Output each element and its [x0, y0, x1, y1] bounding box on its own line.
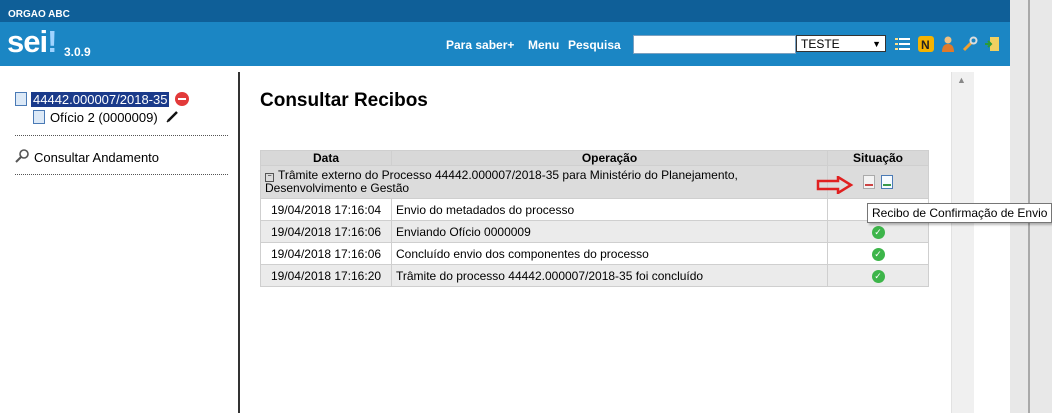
- main-scrollbar[interactable]: ▲: [951, 72, 974, 413]
- table-row: 19/04/2018 17:16:06 Enviando Ofício 0000…: [261, 221, 928, 242]
- notes-icon[interactable]: N: [918, 36, 934, 52]
- row-operation: Concluído envio dos componentes do proce…: [392, 243, 827, 264]
- table-row: 19/04/2018 17:16:20 Trâmite do processo …: [261, 265, 928, 286]
- org-name: ORGAO ABC: [8, 9, 70, 20]
- check-icon: ✓: [871, 270, 885, 283]
- scroll-up-icon[interactable]: ▲: [957, 75, 966, 85]
- header-situacao: Situação: [828, 151, 928, 165]
- receipts-table: Data Operação Situação − Trâmite externo …: [260, 150, 929, 287]
- row-operation: Enviando Ofício 0000009: [392, 221, 827, 242]
- search-input[interactable]: [633, 35, 796, 54]
- header-bar: ORGAO ABC sei! 3.0.9: [0, 0, 1010, 66]
- unit-select[interactable]: TESTE ▼: [796, 35, 886, 52]
- row-operation: Envio do metadados do processo: [392, 199, 827, 220]
- pencil-icon[interactable]: [166, 109, 180, 126]
- tooltip: Recibo de Confirmação de Envio: [867, 203, 1052, 223]
- page-title: Consultar Recibos: [260, 90, 428, 111]
- magnifier-icon: [15, 148, 29, 166]
- group-cell: − Trâmite externo do Processo 44442.00000…: [261, 166, 827, 198]
- exit-icon[interactable]: [984, 36, 1000, 52]
- menu-link[interactable]: Menu: [528, 38, 559, 52]
- panel-divider: [238, 72, 240, 413]
- row-status: ✓: [828, 221, 928, 242]
- table-row: 19/04/2018 17:16:06 Concluído envio dos …: [261, 243, 928, 264]
- list-icon[interactable]: [895, 36, 911, 52]
- row-operation: Trâmite do processo 44442.000007/2018-35…: [392, 265, 827, 286]
- red-arrow-icon: [816, 174, 854, 197]
- row-date: 19/04/2018 17:16:06: [261, 221, 391, 242]
- process-folder-icon: [15, 92, 27, 106]
- tree-document-node[interactable]: Ofício 2 (0000009): [33, 108, 180, 126]
- user-icon[interactable]: [940, 36, 956, 52]
- row-status: ✓: [828, 265, 928, 286]
- row-date: 19/04/2018 17:16:20: [261, 265, 391, 286]
- document-icon: [33, 110, 45, 124]
- receipt-document-icon[interactable]: [881, 175, 893, 189]
- row-status: ✓: [828, 243, 928, 264]
- group-label: Trâmite externo do Processo 44442.000007…: [265, 168, 738, 195]
- row-date: 19/04/2018 17:16:06: [261, 243, 391, 264]
- header-operacao: Operação: [392, 151, 827, 165]
- row-date: 19/04/2018 17:16:04: [261, 199, 391, 220]
- svg-text:N: N: [921, 38, 930, 52]
- sei-logo[interactable]: sei!: [7, 24, 57, 59]
- tree-divider: [15, 135, 228, 136]
- header-data: Data: [261, 151, 391, 165]
- tree-divider: [15, 174, 228, 175]
- logo-bang: !: [47, 24, 57, 59]
- check-icon: ✓: [871, 226, 885, 239]
- pesquisa-link[interactable]: Pesquisa: [568, 38, 621, 52]
- org-bar: ORGAO ABC: [0, 0, 1010, 22]
- para-saber-mais-link[interactable]: Para saber+: [446, 38, 514, 52]
- consultar-andamento-label: Consultar Andamento: [34, 149, 160, 165]
- consultar-andamento-link[interactable]: Consultar Andamento: [15, 148, 159, 166]
- table-header-row: Data Operação Situação: [261, 151, 928, 165]
- document-link[interactable]: Ofício 2 (0000009): [50, 110, 158, 125]
- version-label: 3.0.9: [64, 45, 91, 59]
- logo-text: sei: [7, 24, 48, 59]
- receipt-pdf-icon[interactable]: [863, 175, 875, 189]
- tools-icon[interactable]: [962, 36, 978, 52]
- chevron-down-icon: ▼: [872, 39, 881, 49]
- unit-select-value: TESTE: [801, 37, 840, 51]
- check-icon: ✓: [871, 248, 885, 261]
- remove-icon[interactable]: [175, 92, 190, 106]
- tree-process-node[interactable]: 44442.000007/2018-35: [15, 90, 190, 108]
- process-number-link[interactable]: 44442.000007/2018-35: [31, 91, 170, 107]
- table-row: 19/04/2018 17:16:04 Envio do metadados d…: [261, 199, 928, 220]
